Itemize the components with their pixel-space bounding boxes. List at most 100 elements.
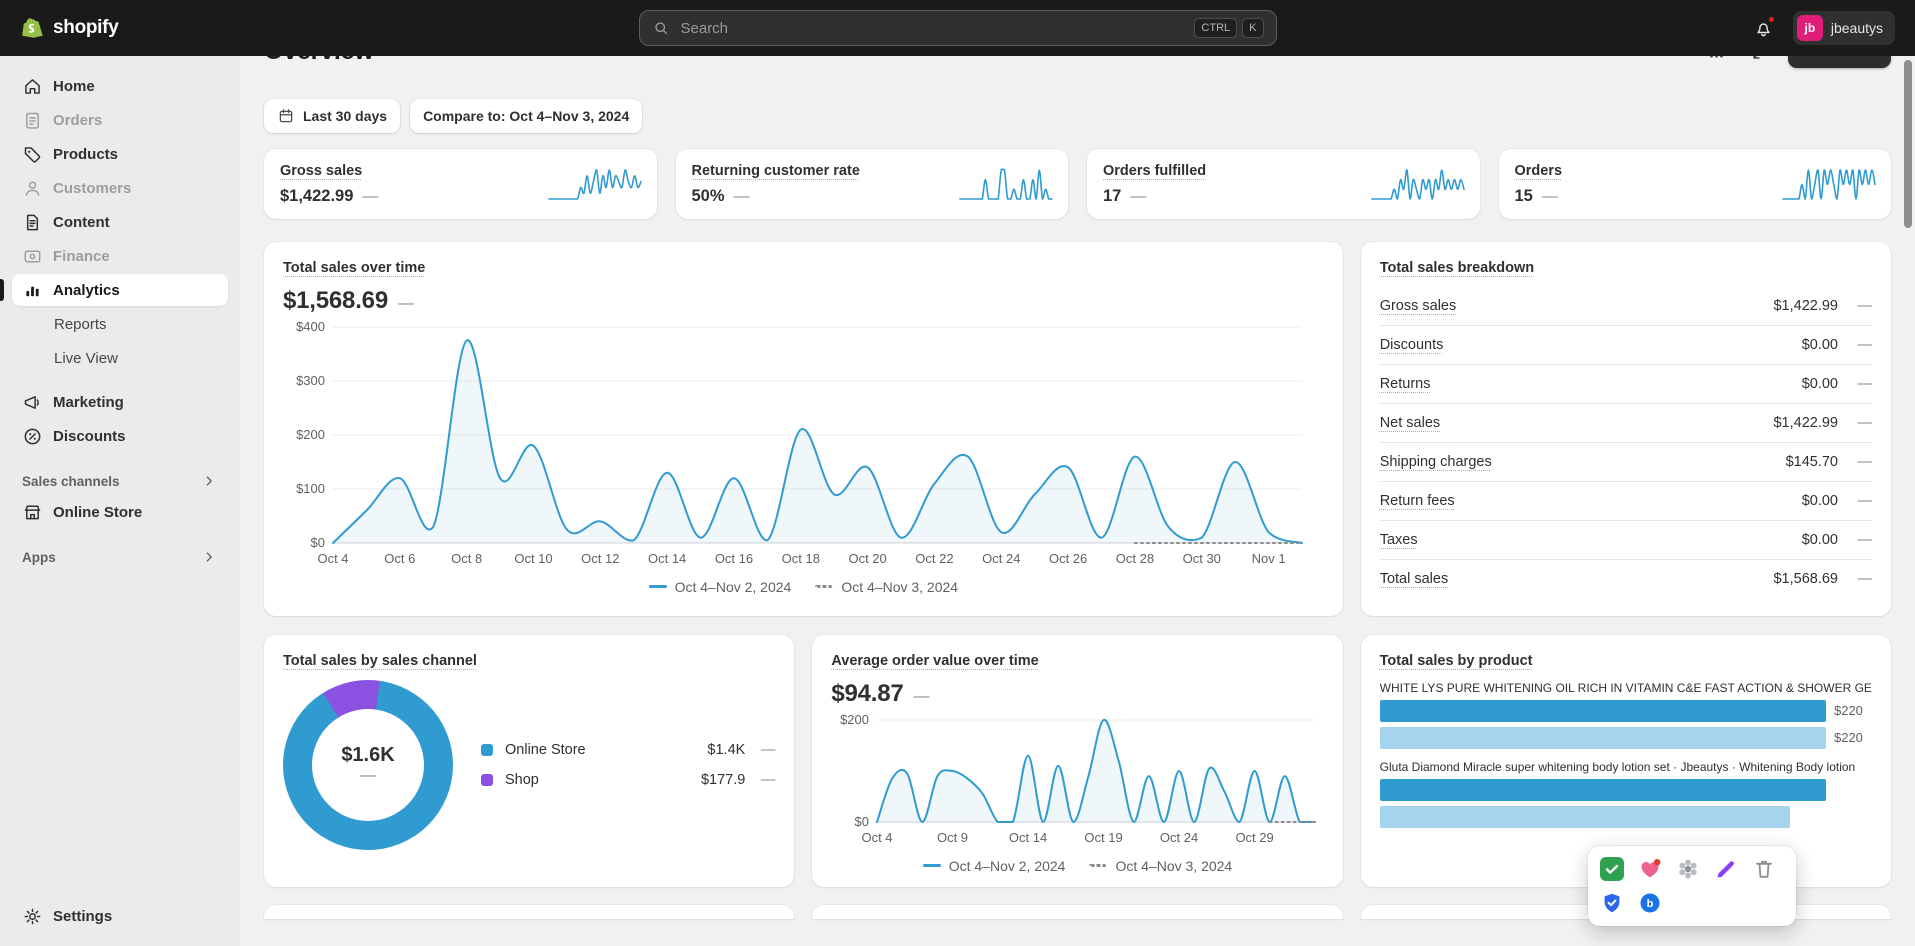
apps-label: Apps bbox=[22, 550, 56, 565]
svg-text:$400: $400 bbox=[296, 319, 325, 334]
sidebar-item-products[interactable]: Products bbox=[12, 138, 228, 170]
sidebar-item-online-store[interactable]: Online Store bbox=[12, 496, 228, 528]
checkmark-icon[interactable] bbox=[1600, 857, 1624, 881]
date-range-filter[interactable]: Last 30 days bbox=[264, 99, 400, 133]
sidebar-item-reports[interactable]: Reports bbox=[12, 308, 228, 340]
kpi-label[interactable]: Orders bbox=[1515, 163, 1563, 179]
kpi-card-gross-sales[interactable]: Gross sales$1,422.99— bbox=[264, 149, 657, 219]
sidebar-item-settings[interactable]: Settings bbox=[12, 900, 228, 932]
svg-text:Oct 14: Oct 14 bbox=[1009, 830, 1047, 845]
heart-icon[interactable] bbox=[1638, 857, 1662, 881]
total-sales-breakdown-card: Total sales breakdown Gross sales $1,422.… bbox=[1361, 242, 1891, 616]
user-menu[interactable]: jb jbeautys bbox=[1793, 11, 1895, 45]
metric-title[interactable]: Average order value over time bbox=[831, 653, 1038, 669]
kpi-row: Gross sales$1,422.99—Returning customer … bbox=[264, 149, 1891, 219]
breakdown-value: $1,422.99 bbox=[1773, 415, 1838, 431]
metric-title[interactable]: Total sales by sales channel bbox=[283, 653, 477, 669]
compare-label: Compare to: Oct 4–Nov 3, 2024 bbox=[423, 108, 629, 124]
shopify-bag-icon bbox=[20, 15, 46, 41]
product-bar-row: $220 bbox=[1380, 727, 1872, 749]
kpi-card-orders-fulfilled[interactable]: Orders fulfilled17— bbox=[1087, 149, 1480, 219]
kpi-label[interactable]: Orders fulfilled bbox=[1103, 163, 1206, 179]
sales-breakdown-table: Gross sales$1,422.99—Discounts$0.00—Retu… bbox=[1380, 287, 1872, 599]
color-swatch-icon bbox=[481, 774, 493, 786]
global-search[interactable]: CTRL K bbox=[639, 10, 1277, 46]
product-name: WHITE LYS PURE WHITENING OIL RICH IN VIT… bbox=[1380, 681, 1872, 695]
trash-icon[interactable] bbox=[1752, 857, 1776, 881]
legend-item: Oct 4–Nov 3, 2024 bbox=[815, 579, 958, 595]
product-bar bbox=[1380, 806, 1791, 828]
breakdown-label[interactable]: Shipping charges bbox=[1380, 454, 1492, 470]
notification-badge bbox=[1767, 15, 1776, 24]
pen-icon[interactable] bbox=[1714, 857, 1738, 881]
kpi-label[interactable]: Gross sales bbox=[280, 163, 362, 179]
total-sales-chart: $0$100$200$300$400Oct 4Oct 6Oct 8Oct 10O… bbox=[283, 317, 1312, 569]
legend-label: Oct 4–Nov 2, 2024 bbox=[949, 858, 1066, 874]
product-bar bbox=[1380, 727, 1826, 749]
storefront-icon bbox=[22, 502, 43, 523]
sidebar-item-label: Marketing bbox=[53, 394, 124, 411]
sidebar-item-orders[interactable]: Orders bbox=[12, 104, 228, 136]
circle-b-icon[interactable]: b bbox=[1638, 891, 1662, 915]
svg-text:b: b bbox=[1647, 898, 1654, 910]
sidebar-item-discounts[interactable]: Discounts bbox=[12, 420, 228, 452]
metric-title[interactable]: Total sales over time bbox=[283, 260, 425, 276]
kpi-value: $1,422.99 bbox=[280, 187, 353, 206]
sales-channels-section[interactable]: Sales channels bbox=[12, 466, 228, 496]
product-bar-value: $220 bbox=[1834, 730, 1872, 745]
breakdown-label[interactable]: Discounts bbox=[1380, 337, 1444, 353]
sidebar-item-customers[interactable]: Customers bbox=[12, 172, 228, 204]
metric-title[interactable]: Total sales by product bbox=[1380, 653, 1533, 669]
change-indicator: — bbox=[1852, 337, 1872, 353]
breakdown-row-discounts: Discounts$0.00— bbox=[1380, 326, 1872, 365]
flower-icon[interactable] bbox=[1676, 857, 1700, 881]
solid-line-swatch-icon bbox=[649, 585, 667, 588]
scrollbar-thumb[interactable] bbox=[1904, 60, 1912, 228]
change-indicator: — bbox=[1852, 415, 1872, 431]
sidebar-item-content[interactable]: Content bbox=[12, 206, 228, 238]
sales-channels-label: Sales channels bbox=[22, 474, 120, 489]
search-input[interactable] bbox=[679, 19, 1186, 38]
change-indicator: — bbox=[1852, 376, 1872, 392]
apps-section[interactable]: Apps bbox=[12, 542, 228, 572]
notifications-button[interactable] bbox=[1747, 11, 1781, 45]
metric-title[interactable]: Total sales breakdown bbox=[1380, 260, 1534, 276]
svg-text:Oct 29: Oct 29 bbox=[1236, 830, 1274, 845]
calendar-icon bbox=[277, 107, 295, 125]
channel-label: Online Store bbox=[505, 742, 699, 758]
change-indicator: — bbox=[1852, 493, 1872, 509]
breakdown-row-net-sales: Net sales $1,422.99 — bbox=[1380, 404, 1872, 443]
breakdown-label[interactable]: Taxes bbox=[1380, 532, 1418, 548]
sidebar-item-label: Discounts bbox=[53, 428, 126, 445]
sidebar-item-finance[interactable]: Finance bbox=[12, 240, 228, 272]
kpi-card-returning-customer-rate[interactable]: Returning customer rate50%— bbox=[676, 149, 1069, 219]
breakdown-label[interactable]: Return fees bbox=[1380, 493, 1455, 509]
sidebar-nav: HomeOrdersProductsCustomersContent Financ… bbox=[12, 70, 228, 452]
product-bar bbox=[1380, 779, 1826, 801]
sidebar-item-home[interactable]: Home bbox=[12, 70, 228, 102]
change-indicator: — bbox=[753, 742, 775, 758]
change-indicator: — bbox=[360, 767, 376, 785]
svg-text:Oct 22: Oct 22 bbox=[915, 551, 953, 566]
sidebar-item-marketing[interactable]: Marketing bbox=[12, 386, 228, 418]
compare-filter[interactable]: Compare to: Oct 4–Nov 3, 2024 bbox=[410, 99, 642, 133]
marketing-icon bbox=[22, 392, 43, 413]
kpi-label[interactable]: Returning customer rate bbox=[692, 163, 860, 179]
breakdown-label[interactable]: Total sales bbox=[1380, 571, 1449, 587]
breakdown-label[interactable]: Net sales bbox=[1380, 415, 1440, 431]
sidebar-item-analytics[interactable]: Analytics bbox=[12, 274, 228, 306]
kpi-value: 50% bbox=[692, 187, 725, 206]
sidebar-item-label: Settings bbox=[53, 908, 112, 925]
breakdown-row-taxes: Taxes$0.00— bbox=[1380, 521, 1872, 560]
chevron-right-icon bbox=[200, 548, 218, 566]
svg-text:Oct 4: Oct 4 bbox=[862, 830, 893, 845]
sidebar-item-label: Finance bbox=[53, 248, 110, 265]
avatar: jb bbox=[1797, 15, 1823, 41]
shopify-logo[interactable]: shopify bbox=[20, 15, 118, 41]
shield-icon[interactable] bbox=[1600, 891, 1624, 915]
sidebar-item-live-view[interactable]: Live View bbox=[12, 342, 228, 374]
product-bar-row bbox=[1380, 779, 1872, 801]
breakdown-label[interactable]: Returns bbox=[1380, 376, 1431, 392]
breakdown-label[interactable]: Gross sales bbox=[1380, 298, 1457, 314]
kpi-card-orders[interactable]: Orders15— bbox=[1499, 149, 1892, 219]
